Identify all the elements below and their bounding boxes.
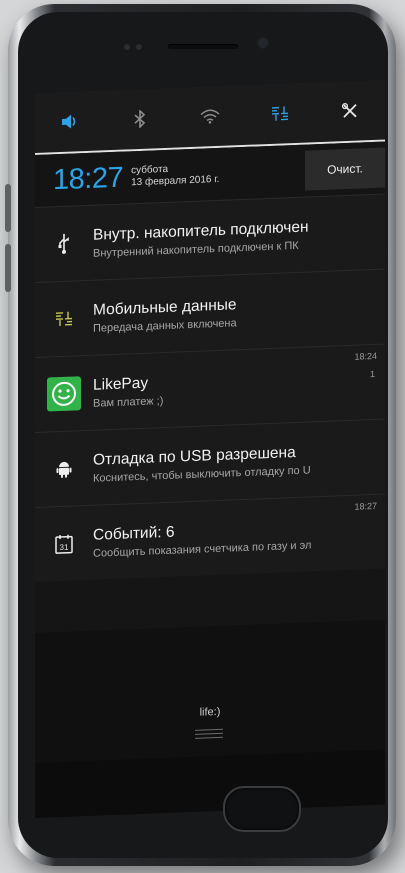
volume-icon: [62, 114, 76, 129]
sensor-icon: [124, 44, 130, 50]
volume-button[interactable]: [5, 184, 11, 232]
notification-usb[interactable]: Внутр. накопитель подключен Внутренний н…: [35, 193, 385, 282]
front-camera-icon: [258, 38, 268, 48]
wifi-toggle[interactable]: [190, 96, 230, 138]
sound-toggle[interactable]: [50, 101, 90, 143]
notification-title: Мобильные данные: [93, 295, 237, 319]
smiley-icon: [52, 381, 76, 406]
calendar-icon: 31: [41, 532, 87, 556]
bluetooth-icon: [134, 109, 146, 129]
notification-text: Вам платеж ;): [93, 394, 164, 410]
home-button[interactable]: [223, 786, 301, 832]
notification-time: 18:27: [354, 500, 377, 512]
notification-time: 18:24: [354, 350, 377, 362]
mobile-data-icon: [272, 106, 288, 121]
bluetooth-toggle[interactable]: [120, 98, 160, 140]
notification-mobile-data[interactable]: Мобильные данные Передача данных включен…: [35, 268, 385, 357]
notification-likepay[interactable]: LikePay Вам платеж ;) 18:24 1: [35, 343, 385, 432]
earpiece: [168, 44, 238, 49]
likepay-icon: [41, 376, 87, 412]
notification-calendar[interactable]: 31 Событий: 6 Сообщить показания счетчик…: [35, 493, 385, 582]
android-icon: [41, 459, 87, 479]
drag-handle[interactable]: [195, 728, 223, 742]
notification-text: Передача данных включена: [93, 316, 237, 335]
notification-shade: 18:27 суббота 13 февраля 2016 г. Очист. …: [35, 79, 385, 818]
clear-button[interactable]: Очист.: [305, 147, 385, 191]
calendar-day: 31: [60, 543, 69, 552]
sensor-icon: [136, 44, 142, 50]
bixby-button[interactable]: [5, 244, 11, 292]
tools-icon: [341, 103, 357, 118]
mobile-data-toggle[interactable]: [260, 93, 300, 135]
notification-usb-debugging[interactable]: Отладка по USB разрешена Коснитесь, чтоб…: [35, 418, 385, 507]
usb-icon: [41, 232, 87, 256]
clock: 18:27: [53, 161, 124, 196]
mobile-data-icon: [41, 310, 87, 328]
wifi-icon: [200, 109, 220, 124]
date: 13 февраля 2016 г.: [131, 173, 220, 189]
notification-title: LikePay: [93, 374, 149, 394]
date-block: суббота 13 февраля 2016 г.: [131, 162, 219, 189]
settings-toggle[interactable]: [330, 90, 370, 132]
notification-count: 1: [369, 368, 375, 380]
